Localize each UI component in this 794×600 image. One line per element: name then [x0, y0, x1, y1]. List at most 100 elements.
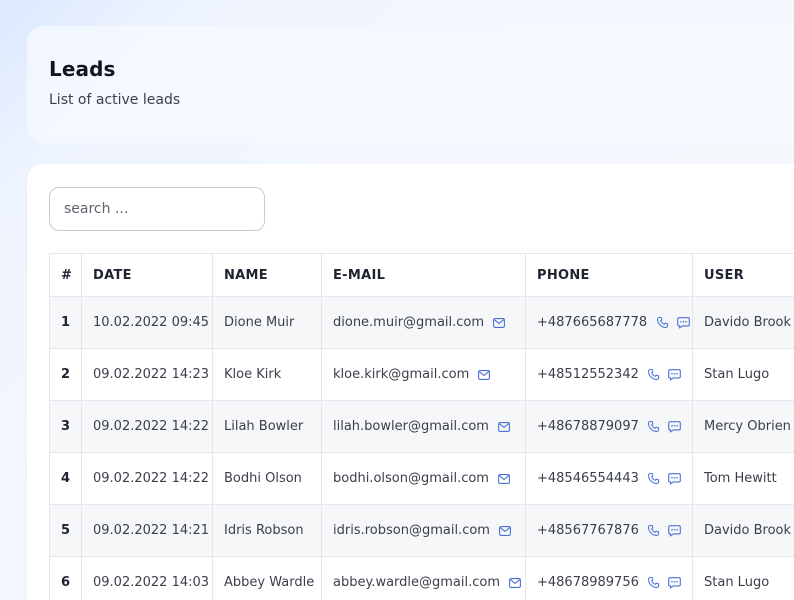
lead-email: bodhi.olson@gmail.com: [321, 452, 526, 505]
table-row[interactable]: 2 09.02.2022 14:23 Kloe Kirk kloe.kirk@g…: [49, 348, 794, 401]
lead-phone-text: +48678989756: [537, 575, 639, 590]
lead-phone: +48512552342: [525, 348, 693, 401]
leads-table-body: 1 10.02.2022 09:45 Dione Muir dione.muir…: [49, 296, 794, 600]
lead-user: Mercy Obrien: [692, 400, 794, 453]
column-header-number[interactable]: #: [49, 253, 82, 297]
phone-icon[interactable]: [647, 420, 661, 434]
lead-email-text: dione.muir@gmail.com: [333, 315, 485, 330]
lead-user: Stan Lugo: [692, 348, 794, 401]
lead-date: 09.02.2022 14:23: [81, 348, 213, 401]
table-row[interactable]: 1 10.02.2022 09:45 Dione Muir dione.muir…: [49, 296, 794, 349]
row-number-text: 4: [61, 471, 71, 486]
lead-name: Lilah Bowler: [212, 400, 322, 453]
lead-name: Dione Muir: [212, 296, 322, 349]
row-number: 3: [49, 400, 82, 453]
row-number: 4: [49, 452, 82, 505]
lead-email: abbey.wardle@gmail.com: [321, 556, 526, 600]
lead-date-text: 09.02.2022 14:22: [93, 419, 210, 434]
lead-user-text: Tom Hewitt: [704, 471, 777, 486]
lead-email-text: bodhi.olson@gmail.com: [333, 471, 489, 486]
lead-date: 09.02.2022 14:21: [81, 504, 213, 557]
lead-user-text: Stan Lugo: [704, 575, 770, 590]
lead-user: Stan Lugo: [692, 556, 794, 600]
row-number-text: 6: [61, 575, 71, 590]
lead-phone: +48678879097: [525, 400, 693, 453]
lead-user-text: Davido Brook: [704, 315, 792, 330]
column-header-email[interactable]: E-MAIL: [321, 253, 526, 297]
chat-icon[interactable]: [668, 576, 682, 590]
lead-date-text: 09.02.2022 14:21: [93, 523, 210, 538]
lead-name-text: Abbey Wardle: [224, 575, 315, 590]
leads-panel: # DATE NAME E-MAIL PHONE USER 1 10.02.20…: [27, 164, 794, 600]
lead-phone-text: +48512552342: [537, 367, 639, 382]
lead-email-text: lilah.bowler@gmail.com: [333, 419, 489, 434]
lead-name: Bodhi Olson: [212, 452, 322, 505]
row-number-text: 1: [61, 315, 71, 330]
lead-date: 10.02.2022 09:45: [81, 296, 213, 349]
mail-icon[interactable]: [492, 316, 506, 330]
lead-phone-text: +48546554443: [537, 471, 639, 486]
phone-icon[interactable]: [647, 576, 661, 590]
lead-name-text: Idris Robson: [224, 523, 304, 538]
table-header-row: # DATE NAME E-MAIL PHONE USER: [49, 253, 794, 297]
mail-icon[interactable]: [497, 420, 511, 434]
lead-user-text: Mercy Obrien: [704, 419, 791, 434]
row-number-text: 5: [61, 523, 71, 538]
page-title: Leads: [49, 57, 116, 81]
chat-icon[interactable]: [676, 316, 690, 330]
lead-name-text: Dione Muir: [224, 315, 295, 330]
table-row[interactable]: 3 09.02.2022 14:22 Lilah Bowler lilah.bo…: [49, 400, 794, 453]
lead-email: dione.muir@gmail.com: [321, 296, 526, 349]
leads-table: # DATE NAME E-MAIL PHONE USER 1 10.02.20…: [49, 253, 794, 600]
row-number-text: 3: [61, 419, 71, 434]
page-subtitle: List of active leads: [49, 92, 181, 108]
chat-icon[interactable]: [668, 368, 682, 382]
column-header-date[interactable]: DATE: [81, 253, 213, 297]
lead-user: Davido Brook: [692, 296, 794, 349]
lead-date-text: 10.02.2022 09:45: [93, 315, 210, 330]
search-input[interactable]: [49, 187, 265, 231]
lead-user-text: Davido Brook: [704, 523, 792, 538]
mail-icon[interactable]: [498, 524, 512, 538]
page-header: Leads List of active leads: [27, 26, 794, 143]
table-row[interactable]: 4 09.02.2022 14:22 Bodhi Olson bodhi.ols…: [49, 452, 794, 505]
lead-date: 09.02.2022 14:22: [81, 452, 213, 505]
column-header-phone[interactable]: PHONE: [525, 253, 693, 297]
lead-name: Kloe Kirk: [212, 348, 322, 401]
column-header-name[interactable]: NAME: [212, 253, 322, 297]
column-header-user[interactable]: USER: [692, 253, 794, 297]
lead-user: Tom Hewitt: [692, 452, 794, 505]
lead-date: 09.02.2022 14:22: [81, 400, 213, 453]
chat-icon[interactable]: [668, 420, 682, 434]
chat-icon[interactable]: [668, 524, 682, 538]
lead-phone-text: +487665687778: [537, 315, 648, 330]
row-number: 2: [49, 348, 82, 401]
phone-icon[interactable]: [647, 368, 661, 382]
mail-icon[interactable]: [477, 368, 491, 382]
lead-phone: +487665687778: [525, 296, 693, 349]
lead-phone: +48567767876: [525, 504, 693, 557]
lead-phone: +48678989756: [525, 556, 693, 600]
lead-phone-text: +48567767876: [537, 523, 639, 538]
table-row[interactable]: 6 09.02.2022 14:03 Abbey Wardle abbey.wa…: [49, 556, 794, 600]
lead-name: Idris Robson: [212, 504, 322, 557]
row-number: 5: [49, 504, 82, 557]
lead-date: 09.02.2022 14:03: [81, 556, 213, 600]
lead-email: kloe.kirk@gmail.com: [321, 348, 526, 401]
lead-name: Abbey Wardle: [212, 556, 322, 600]
mail-icon[interactable]: [508, 576, 522, 590]
row-number-text: 2: [61, 367, 71, 382]
lead-email-text: idris.robson@gmail.com: [333, 523, 490, 538]
lead-email: lilah.bowler@gmail.com: [321, 400, 526, 453]
lead-name-text: Bodhi Olson: [224, 471, 302, 486]
phone-icon[interactable]: [655, 316, 669, 330]
phone-icon[interactable]: [647, 472, 661, 486]
table-row[interactable]: 5 09.02.2022 14:21 Idris Robson idris.ro…: [49, 504, 794, 557]
mail-icon[interactable]: [497, 472, 511, 486]
chat-icon[interactable]: [668, 472, 682, 486]
lead-email-text: kloe.kirk@gmail.com: [333, 367, 470, 382]
lead-phone: +48546554443: [525, 452, 693, 505]
phone-icon[interactable]: [647, 524, 661, 538]
lead-user-text: Stan Lugo: [704, 367, 770, 382]
lead-date-text: 09.02.2022 14:22: [93, 471, 210, 486]
